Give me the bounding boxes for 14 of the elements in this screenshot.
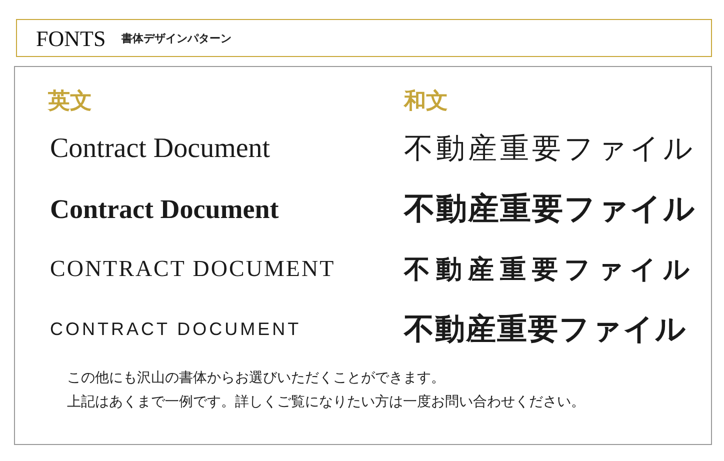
english-font-sample: CONTRACT DOCUMENT [49,318,302,340]
japanese-font-sample: 不動産重要ファイル [404,190,696,229]
english-font-sample: Contract Document [49,194,279,224]
page-subtitle: 書体デザインパターン [122,32,232,46]
japanese-font-sample: 不動産重要ファイル [404,130,696,167]
japanese-font-sample: 不動産重要ファイル [404,310,687,348]
japanese-font-sample: 不動産重要ファイル [404,254,696,286]
page-title: FONTS [36,25,106,52]
note-text: この他にも沢山の書体からお選びいただくことができます。 [67,369,446,387]
english-font-sample: Contract Document [49,133,270,165]
column-heading: 英文 [48,87,92,115]
english-font-sample: CONTRACT DOCUMENT [49,256,336,282]
note-text: 上記はあくまで一例です。詳しくご覧になりたい方は一度お問い合わせください。 [67,393,586,411]
column-heading: 和文 [404,87,448,115]
